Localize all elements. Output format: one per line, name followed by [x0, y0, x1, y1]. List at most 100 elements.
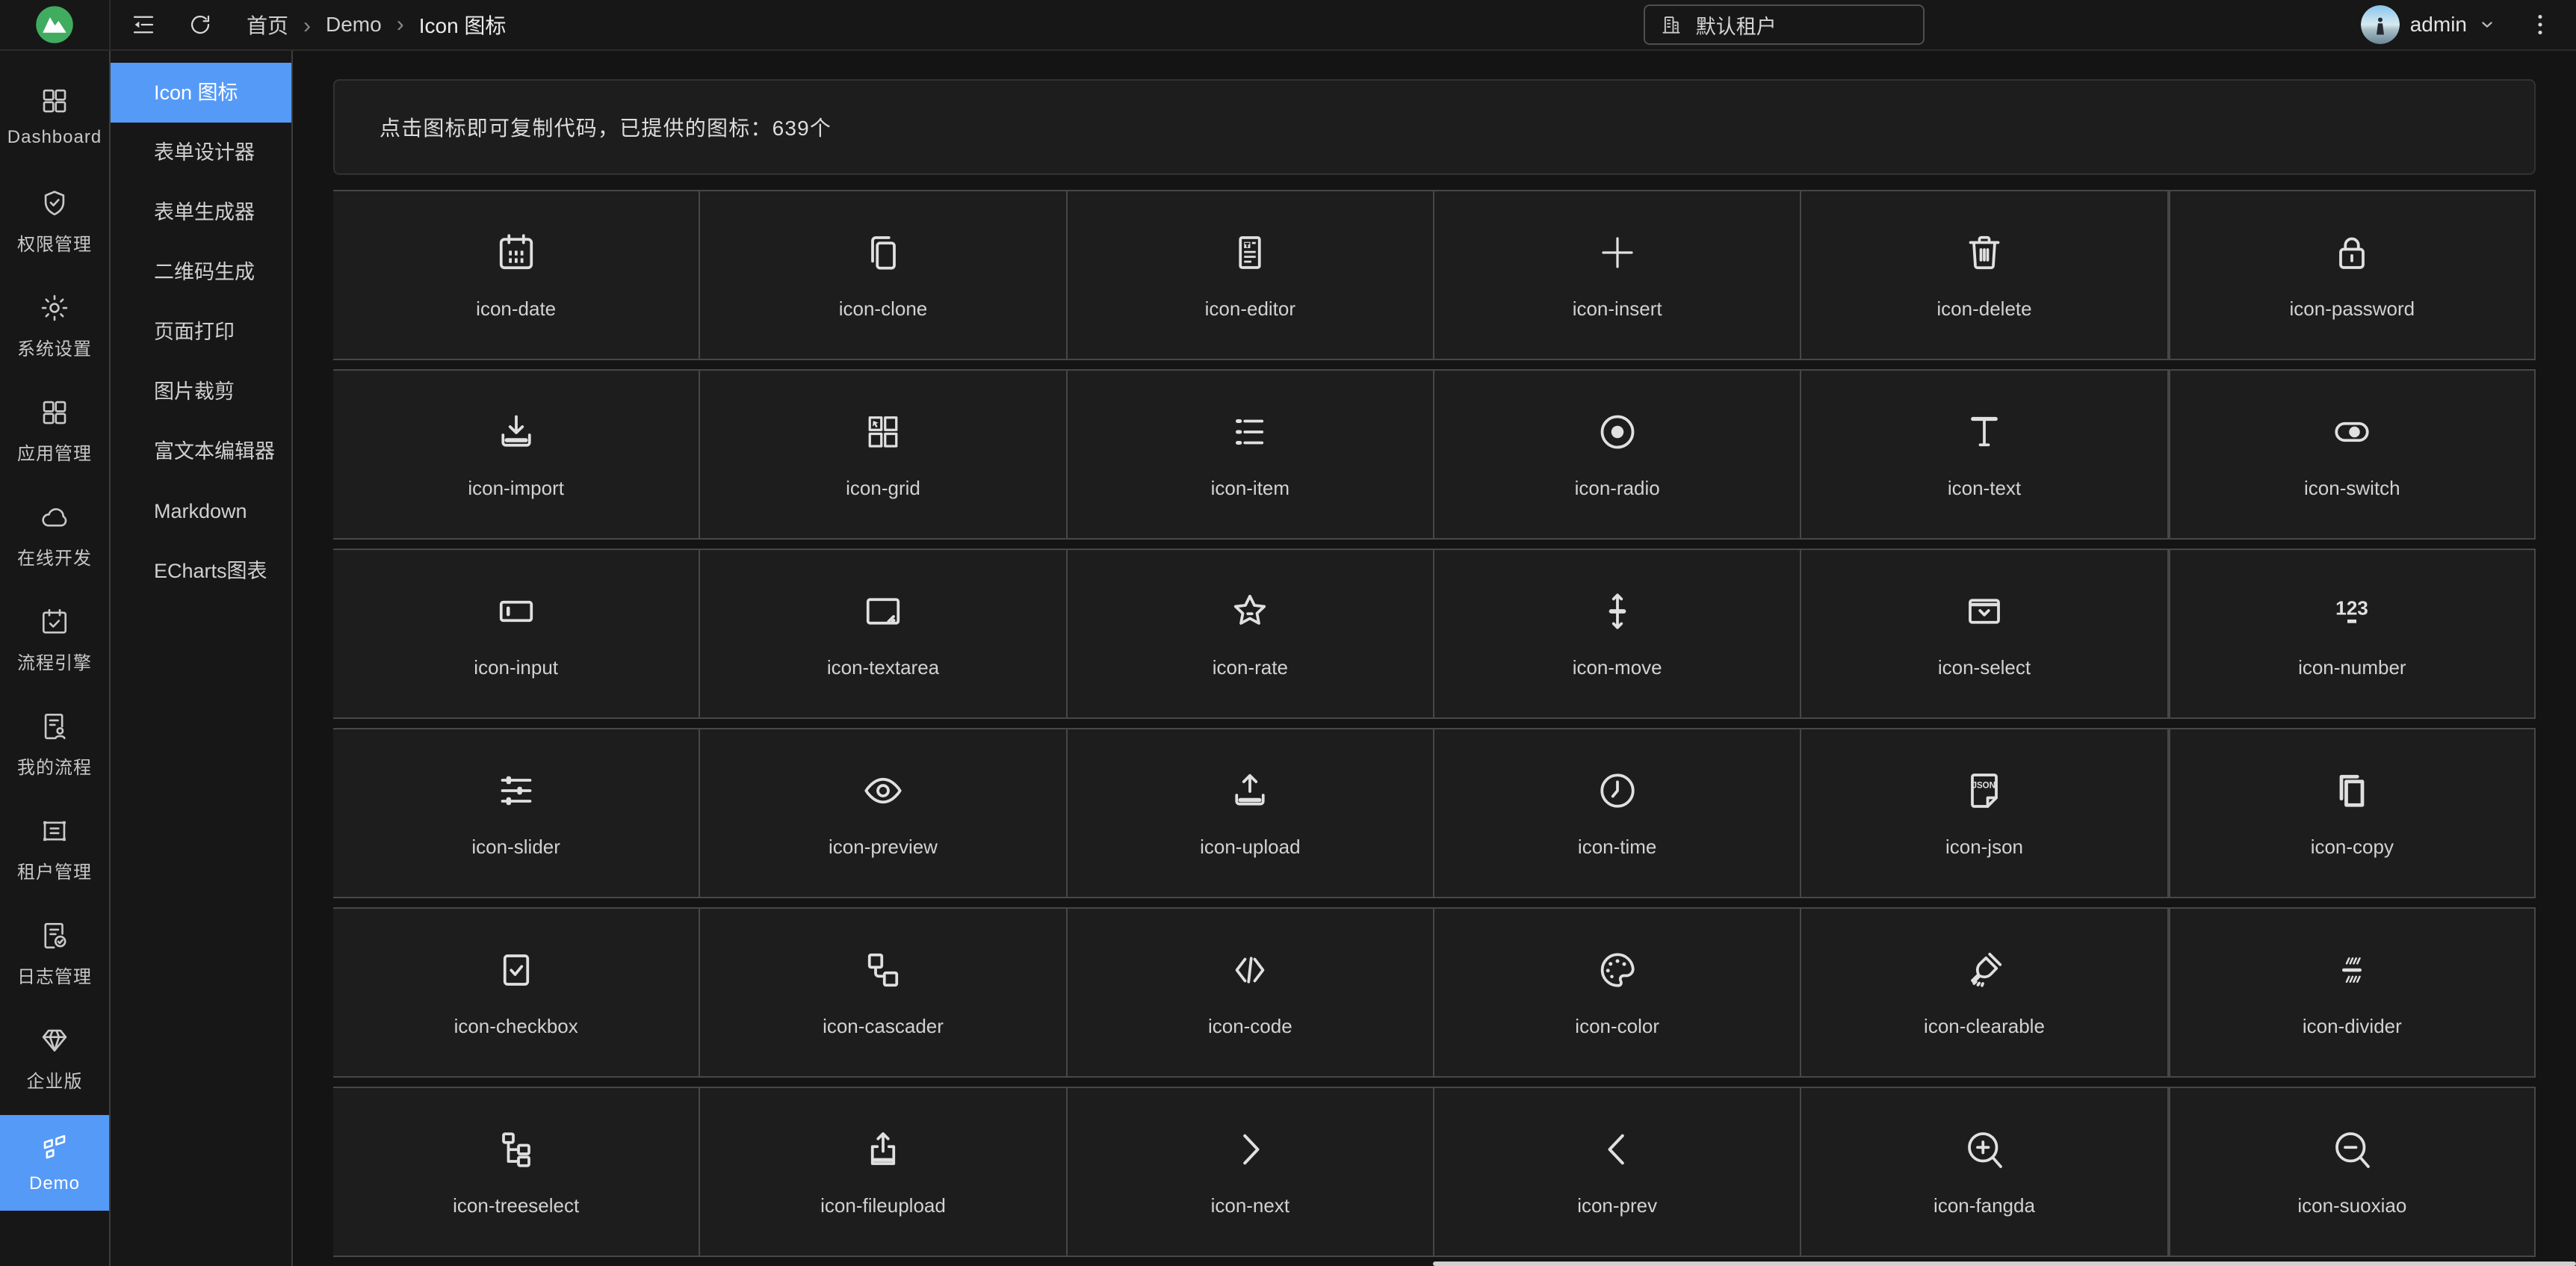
icon-card[interactable]: icon-slider [333, 728, 700, 898]
icon-card[interactable]: icon-radio [1434, 369, 1801, 540]
tip-panel: 点击图标即可复制代码，已提供的图标：639个 [333, 79, 2536, 175]
appstore-grid-icon [39, 397, 70, 428]
icon-card-label: icon-move [1573, 656, 1662, 679]
icon-card[interactable]: icon-clone [700, 190, 1067, 360]
icon-card[interactable]: icon-insert [1434, 190, 1801, 360]
icon-card[interactable]: icon-date [333, 190, 700, 360]
sidebar-item[interactable]: 企业版 [0, 1010, 109, 1106]
building-icon [1660, 13, 1682, 36]
sidebar-item[interactable]: 租户管理 [0, 801, 109, 897]
submenu-item[interactable]: ECharts图表 [111, 541, 291, 601]
icon-card-label: icon-fileupload [820, 1194, 946, 1217]
icon-card-label: icon-radio [1575, 477, 1660, 500]
icon-card-label: icon-grid [846, 477, 920, 500]
icon-card[interactable]: icon-preview [700, 728, 1067, 898]
user-menu[interactable]: admin [2361, 5, 2497, 44]
sidebar-item[interactable]: 系统设置 [0, 278, 109, 374]
doc-check-icon [39, 920, 70, 951]
submenu-item[interactable]: 表单设计器 [111, 123, 291, 182]
sidebar-item[interactable]: 在线开发 [0, 487, 109, 583]
icon-card[interactable]: icon-password [2169, 190, 2536, 360]
shield-check-icon [39, 188, 70, 219]
sidebar-item-label: Dashboard [7, 127, 102, 148]
icon-card[interactable]: icon-select [1801, 549, 2168, 719]
icon-card-label: icon-switch [2304, 477, 2400, 500]
icon-card[interactable]: icon-delete [1801, 190, 2168, 360]
more-vertical-icon[interactable] [2527, 11, 2554, 38]
icon-card[interactable]: icon-checkbox [333, 907, 700, 1078]
sidebar-item[interactable]: 我的流程 [0, 697, 109, 792]
horizontal-scrollbar-thumb[interactable] [1433, 1262, 2576, 1266]
plus-icon [1595, 230, 1640, 275]
submenu-item[interactable]: 富文本编辑器 [111, 422, 291, 481]
icon-card[interactable]: icon-next [1068, 1087, 1434, 1257]
bullet-list-icon [1227, 410, 1272, 454]
sidebar-item[interactable]: Dashboard [0, 69, 109, 164]
icon-card[interactable]: icon-color [1434, 907, 1801, 1078]
upload-box-icon [861, 1127, 905, 1172]
icon-card[interactable]: icon-divider [2169, 907, 2536, 1078]
submenu-item[interactable]: 二维码生成 [111, 242, 291, 302]
main-content: 点击图标即可复制代码，已提供的图标：639个 icon-date icon-cl… [293, 51, 2576, 1266]
icon-card[interactable]: icon-text [1801, 369, 2168, 540]
icon-card[interactable]: icon-fileupload [700, 1087, 1067, 1257]
icon-card-label: icon-prev [1577, 1194, 1657, 1217]
submenu-item[interactable]: Icon 图标 [111, 63, 291, 123]
svg-text:JSON: JSON [1972, 781, 1996, 790]
textarea-box-icon [861, 589, 905, 634]
cubes-icon [39, 1131, 70, 1163]
breadcrumb-item[interactable]: Demo [326, 12, 419, 37]
sidebar-item[interactable]: 日志管理 [0, 906, 109, 1001]
app-logo-icon[interactable] [34, 4, 75, 45]
icon-card[interactable]: icon-clearable [1801, 907, 2168, 1078]
icon-card[interactable]: icon-upload [1068, 728, 1434, 898]
icon-card[interactable]: icon-grid [700, 369, 1067, 540]
sidebar-item[interactable]: 流程引擎 [0, 592, 109, 688]
submenu-item[interactable]: 图片裁剪 [111, 362, 291, 422]
icon-card[interactable]: JSON icon-json [1801, 728, 2168, 898]
menu-fold-icon[interactable] [130, 11, 157, 38]
icon-card[interactable]: icon-code [1068, 907, 1434, 1078]
calendar-icon [494, 230, 539, 275]
icon-card[interactable]: icon-editor [1068, 190, 1434, 360]
icon-card[interactable]: icon-fangda [1801, 1087, 2168, 1257]
breadcrumb-item[interactable]: Icon 图标 [419, 10, 507, 40]
sidebar-item-label: 企业版 [27, 1066, 83, 1093]
icon-card-label: icon-json [1945, 836, 2023, 859]
zoom-out-icon [2329, 1127, 2374, 1172]
json-doc-icon: JSON [1962, 768, 2007, 813]
tenant-select[interactable]: 默认租户 [1644, 4, 1925, 45]
breadcrumb-item[interactable]: 首页 [247, 10, 326, 40]
app-root: 首页DemoIcon 图标 默认租户 admin Dashboard [0, 0, 2576, 1266]
icon-card[interactable]: icon-copy [2169, 728, 2536, 898]
submenu-item[interactable]: 页面打印 [111, 302, 291, 362]
topbar-left: 首页DemoIcon 图标 [111, 10, 506, 40]
icon-card[interactable]: icon-move [1434, 549, 1801, 719]
submenu-item[interactable]: 表单生成器 [111, 182, 291, 242]
icon-card[interactable]: icon-suoxiao [2169, 1087, 2536, 1257]
icon-card[interactable]: icon-input [333, 549, 700, 719]
icon-card[interactable]: icon-treeselect [333, 1087, 700, 1257]
submenu-item[interactable]: Markdown [111, 481, 291, 541]
icon-card-label: icon-date [476, 297, 556, 321]
icon-card[interactable]: icon-import [333, 369, 700, 540]
icon-grid: icon-date icon-clone icon-editor icon-in… [333, 190, 2536, 1257]
icon-card[interactable]: icon-time [1434, 728, 1801, 898]
refresh-icon[interactable] [187, 11, 214, 38]
clone-icon [861, 230, 905, 275]
sidebar-item[interactable]: 权限管理 [0, 173, 109, 269]
sidebar-item[interactable]: Demo [0, 1115, 109, 1211]
cascader-icon [861, 948, 905, 992]
icon-card[interactable]: icon-cascader [700, 907, 1067, 1078]
sidebar-item-label: 流程引擎 [17, 648, 92, 674]
icon-card[interactable]: icon-item [1068, 369, 1434, 540]
sidebar-item-label: 权限管理 [17, 229, 92, 256]
sidebar-item-label: 系统设置 [17, 334, 92, 360]
icon-card[interactable]: icon-switch [2169, 369, 2536, 540]
icon-card[interactable]: icon-textarea [700, 549, 1067, 719]
icon-card[interactable]: icon-prev [1434, 1087, 1801, 1257]
logo-area [0, 0, 111, 49]
icon-card[interactable]: 123 icon-number [2169, 549, 2536, 719]
sidebar-item[interactable]: 应用管理 [0, 383, 109, 478]
icon-card[interactable]: icon-rate [1068, 549, 1434, 719]
